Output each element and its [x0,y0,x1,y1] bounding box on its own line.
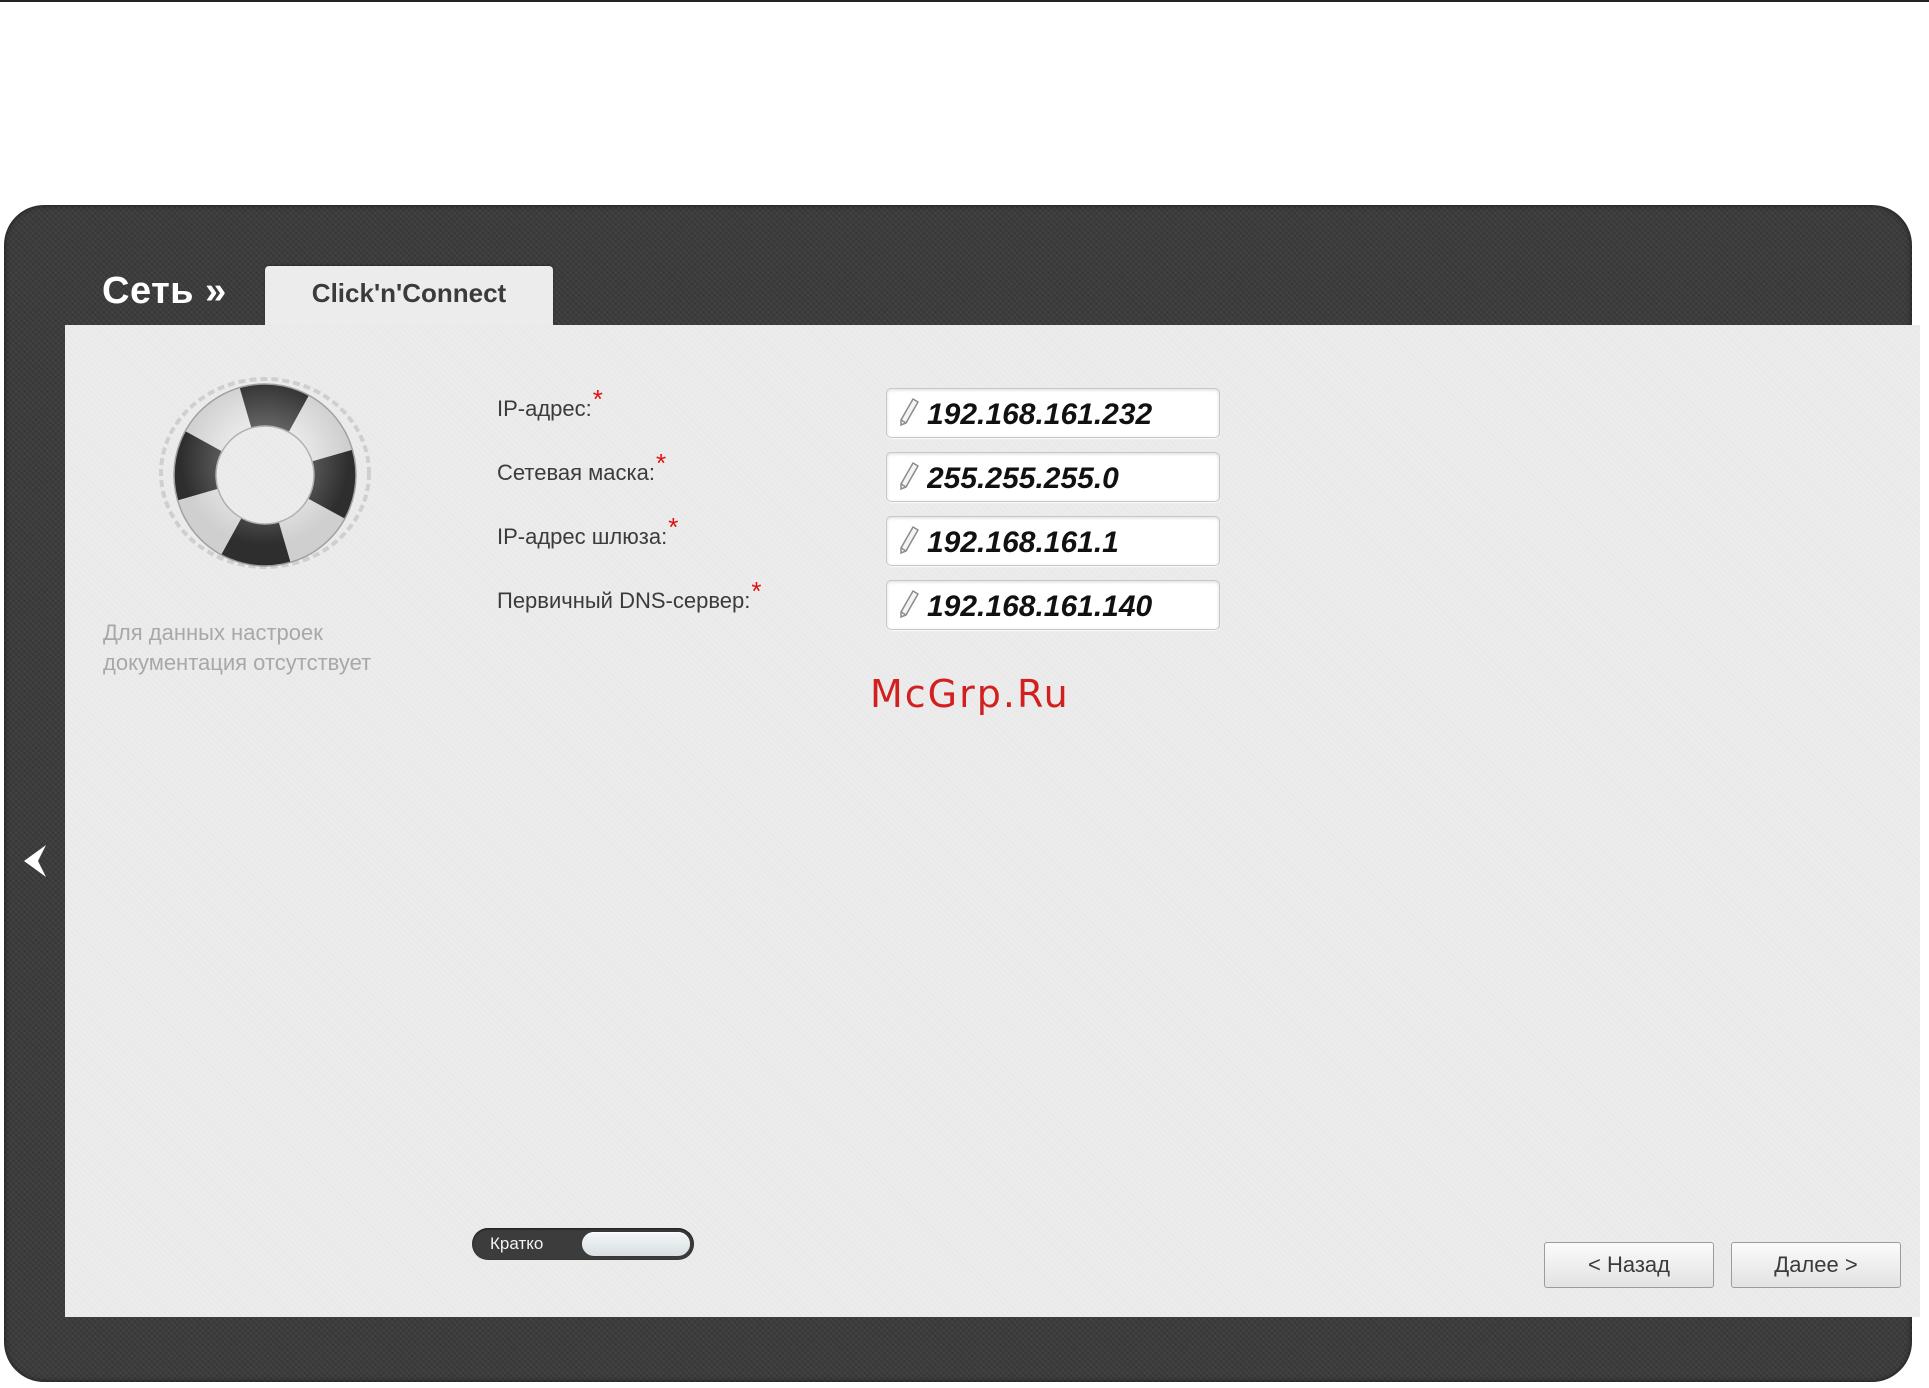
primary-dns-field[interactable] [886,580,1220,630]
required-mark: * [668,512,679,542]
subnet-mask-label: Сетевая маска:* [497,448,666,487]
chevron-left-icon[interactable] [20,843,50,879]
toggle-label: Кратко [490,1234,544,1253]
ip-address-input[interactable] [927,398,1207,432]
gateway-ip-label: IP-адрес шлюза:* [497,512,678,551]
subnet-mask-field[interactable] [886,452,1220,502]
gateway-ip-field[interactable] [886,516,1220,566]
pencil-icon [900,589,920,619]
breadcrumb[interactable]: Сеть » [102,270,227,313]
ip-address-label: IP-адрес:* [497,384,603,423]
page-top-rule [0,0,1929,2]
toggle-knob[interactable] [582,1232,690,1256]
next-button[interactable]: Далее > [1731,1242,1901,1288]
tab-label: Click'n'Connect [311,278,507,308]
required-mark: * [592,384,603,414]
watermark: McGrp.Ru [870,672,1070,716]
view-mode-toggle[interactable]: Кратко [472,1228,694,1260]
required-mark: * [655,448,667,478]
back-button[interactable]: < Назад [1544,1242,1714,1288]
field-label-text: IP-адрес шлюза: [497,524,668,549]
required-mark: * [751,576,762,606]
field-label-text: Сетевая маска: [497,460,655,485]
tab-clicknconnect[interactable]: Click'n'Connect [265,266,553,326]
gateway-ip-input[interactable] [927,526,1207,560]
field-label-text: Первичный DNS-сервер: [497,588,751,613]
ip-address-field[interactable] [886,388,1220,438]
pencil-icon [900,461,920,491]
pencil-icon [900,525,920,555]
subnet-mask-input[interactable] [927,462,1207,496]
primary-dns-input[interactable] [927,590,1207,624]
help-text: Для данных настроек документация отсутст… [103,620,372,675]
lifebuoy-icon [159,377,371,569]
pencil-icon [900,397,920,427]
primary-dns-label: Первичный DNS-сервер:* [497,576,761,615]
field-label-text: IP-адрес: [497,396,592,421]
